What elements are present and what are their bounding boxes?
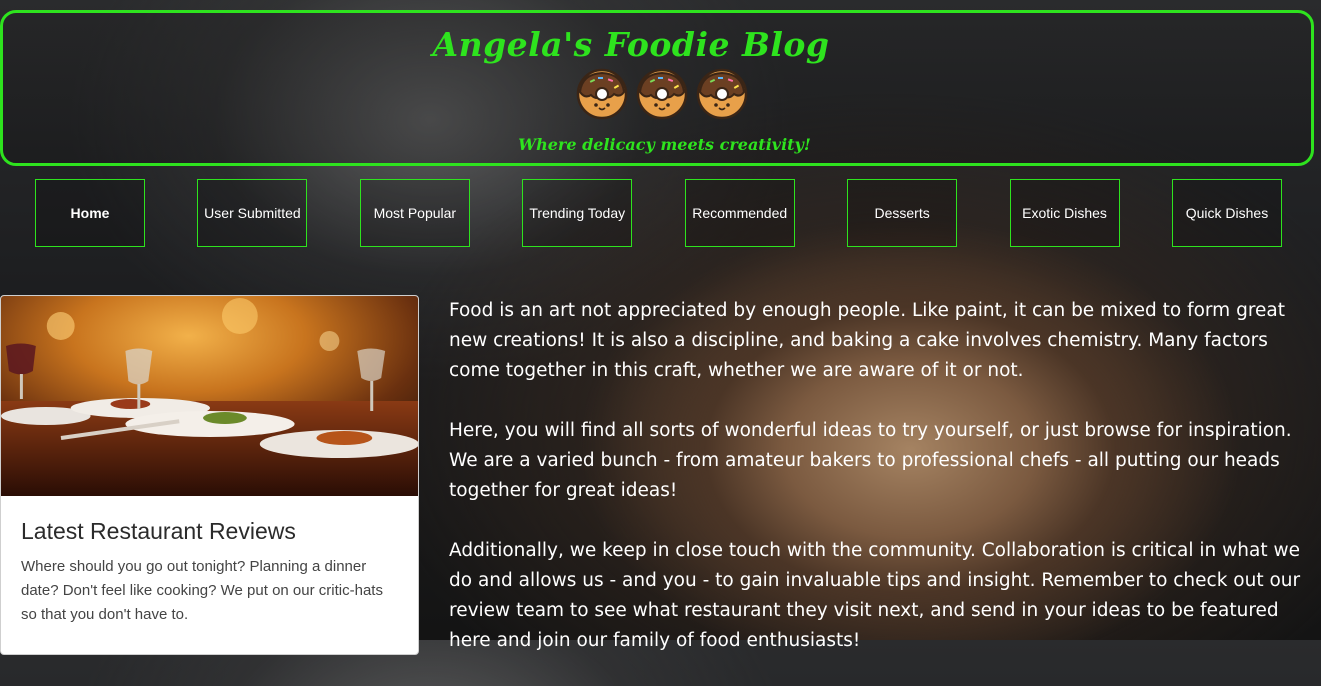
review-card[interactable]: Latest Restaurant Reviews Where should y… bbox=[0, 295, 419, 655]
site-tagline: Where delicacy meets creativity! bbox=[518, 135, 811, 154]
donut-icon bbox=[636, 68, 688, 120]
intro-text: Food is an art not appreciated by enough… bbox=[449, 296, 1315, 686]
nav-item-recommended[interactable]: Recommended bbox=[684, 179, 795, 247]
intro-paragraph: Here, you will find all sorts of wonderf… bbox=[449, 420, 1292, 501]
intro-paragraph: Food is an art not appreciated by enough… bbox=[449, 300, 1285, 381]
site-header: Angela's Foodie Blog Where delicacy meet… bbox=[0, 10, 1314, 166]
nav-item-exotic-dishes[interactable]: Exotic Dishes bbox=[1009, 179, 1120, 247]
main-nav: Home User Submitted Most Popular Trendin… bbox=[35, 179, 1282, 247]
intro-paragraph: Additionally, we keep in close touch wit… bbox=[449, 540, 1301, 651]
card-title: Latest Restaurant Reviews bbox=[21, 518, 296, 544]
card-text: Where should you go out tonight? Plannin… bbox=[21, 558, 383, 623]
nav-item-desserts[interactable]: Desserts bbox=[847, 179, 958, 247]
nav-item-home[interactable]: Home bbox=[35, 179, 145, 247]
donut-icon bbox=[576, 68, 628, 120]
restaurant-table-photo bbox=[1, 296, 418, 496]
donut-icon bbox=[696, 68, 748, 120]
donut-row bbox=[576, 68, 748, 120]
nav-item-quick-dishes[interactable]: Quick Dishes bbox=[1171, 179, 1282, 247]
nav-item-user-submitted[interactable]: User Submitted bbox=[197, 179, 308, 247]
nav-item-trending-today[interactable]: Trending Today bbox=[522, 179, 633, 247]
nav-item-most-popular[interactable]: Most Popular bbox=[359, 179, 470, 247]
site-title: Angela's Foodie Blog bbox=[432, 25, 830, 64]
